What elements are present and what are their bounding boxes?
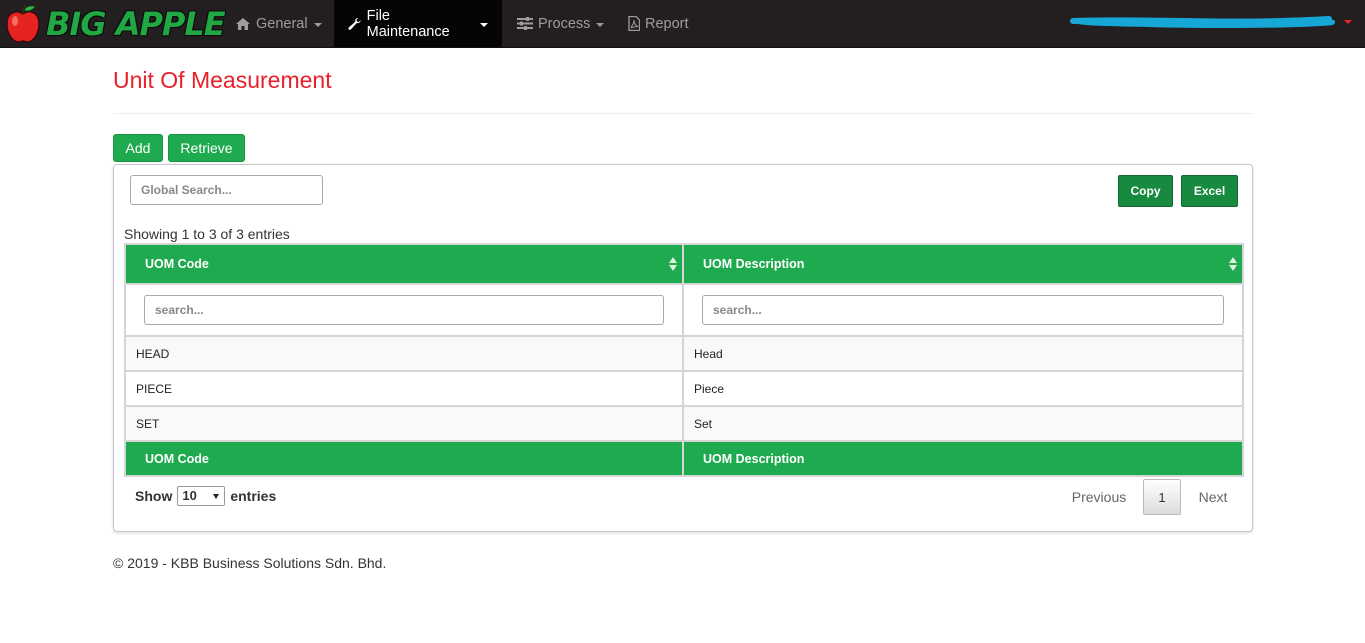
column-header-label: UOM Code [145,257,209,271]
apple-icon [6,4,40,43]
nav-report-label: Report [645,15,689,32]
length-entries-label: entries [230,488,277,504]
page-length-select[interactable]: 10 [177,486,226,506]
footer-copyright: © 2019 - KBB Business Solutions Sdn. Bhd… [113,555,387,571]
column-footer-uom-code: UOM Code [124,440,684,477]
previous-page-button[interactable]: Previous [1060,479,1138,515]
cell-uom-code: HEAD [124,335,684,372]
copy-button[interactable]: Copy [1118,175,1173,207]
length-show-label: Show [135,488,173,504]
cell-uom-code: SET [124,405,684,442]
nav-process[interactable]: Process [503,0,618,47]
nav-report[interactable]: Report [614,0,703,47]
column-footer-uom-description: UOM Description [682,440,1244,477]
cell-uom-description: Piece [682,370,1244,407]
home-icon [236,17,250,30]
uom-code-search-input[interactable] [144,295,664,325]
nav-general[interactable]: General [221,0,336,47]
nav-file-maintenance[interactable]: File Maintenance [334,0,502,47]
nav-process-label: Process [538,15,591,32]
column-header-label: UOM Description [703,257,805,271]
excel-button[interactable]: Excel [1181,175,1238,207]
uom-description-search-input[interactable] [702,295,1224,325]
sliders-icon [517,17,533,30]
cell-uom-description: Head [682,335,1244,372]
brand-logo[interactable]: BIG APPLE [4,2,226,46]
brand-name: BIG APPLE [46,5,226,43]
nav-general-label: General [256,15,308,32]
wrench-icon [348,17,361,30]
table-row[interactable]: PIECE Piece [124,370,1244,407]
page-button-1[interactable]: 1 [1143,479,1181,515]
page-length-control: Show 10 entries [135,486,276,506]
chevron-down-icon [1344,20,1352,24]
column-header-uom-description[interactable]: UOM Description [682,243,1244,285]
pdf-file-icon [628,16,640,31]
uom-table: UOM Code UOM Description HEAD Head PIECE… [124,243,1244,477]
table-row[interactable]: HEAD Head [124,335,1244,372]
redacted-username [1070,16,1336,29]
column-search-cell [124,283,684,337]
sort-icon [1229,257,1237,271]
chevron-down-icon [480,22,488,27]
next-page-button[interactable]: Next [1188,479,1238,515]
divider [113,113,1253,114]
global-search-input[interactable] [130,175,323,205]
column-header-uom-code[interactable]: UOM Code [124,243,684,285]
chevron-down-icon [313,22,322,27]
top-navbar: BIG APPLE General File Maintenance Proce… [0,0,1365,48]
table-info: Showing 1 to 3 of 3 entries [124,226,290,242]
table-row[interactable]: SET Set [124,405,1244,442]
sort-icon [669,257,677,271]
page-title: Unit Of Measurement [113,67,332,93]
nav-file-maintenance-label: File Maintenance [366,7,450,40]
retrieve-button[interactable]: Retrieve [168,134,245,162]
chevron-down-icon [596,22,605,27]
add-button[interactable]: Add [113,134,163,162]
cell-uom-code: PIECE [124,370,684,407]
user-menu[interactable] [1067,10,1352,32]
page-length-value: 10 [182,488,197,503]
column-search-cell [682,283,1244,337]
dropdown-arrow-icon [213,494,220,499]
cell-uom-description: Set [682,405,1244,442]
